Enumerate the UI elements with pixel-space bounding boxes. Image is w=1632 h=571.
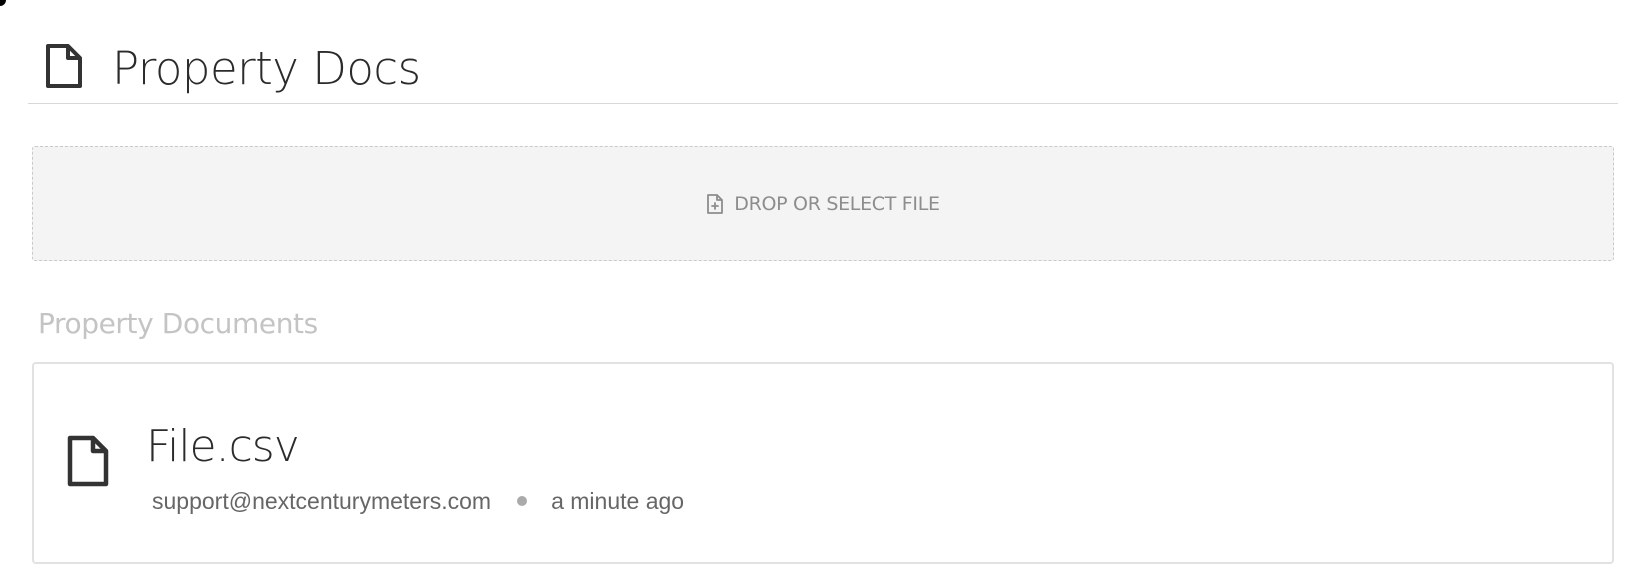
dropzone-content: DROP OR SELECT FILE bbox=[706, 192, 940, 215]
dropzone-label: DROP OR SELECT FILE bbox=[734, 192, 940, 215]
section-title: Property Documents bbox=[38, 307, 318, 340]
document-timestamp: a minute ago bbox=[551, 488, 685, 514]
file-dropzone[interactable]: DROP OR SELECT FILE bbox=[32, 146, 1614, 261]
separator-dot bbox=[517, 496, 528, 506]
document-meta: support@nextcenturymeters.com a minute a… bbox=[152, 486, 684, 516]
file-plus-icon bbox=[707, 193, 724, 214]
document-name[interactable]: File.csv bbox=[146, 420, 300, 474]
page-header: Property Docs bbox=[28, 24, 1618, 104]
document-card[interactable]: File.csv support@nextcenturymeters.com a… bbox=[32, 362, 1614, 564]
page-title: Property Docs bbox=[112, 42, 421, 95]
document-uploader: support@nextcenturymeters.com bbox=[152, 488, 492, 514]
file-icon bbox=[67, 435, 109, 487]
window-corner bbox=[0, 0, 6, 6]
file-icon bbox=[46, 44, 82, 88]
